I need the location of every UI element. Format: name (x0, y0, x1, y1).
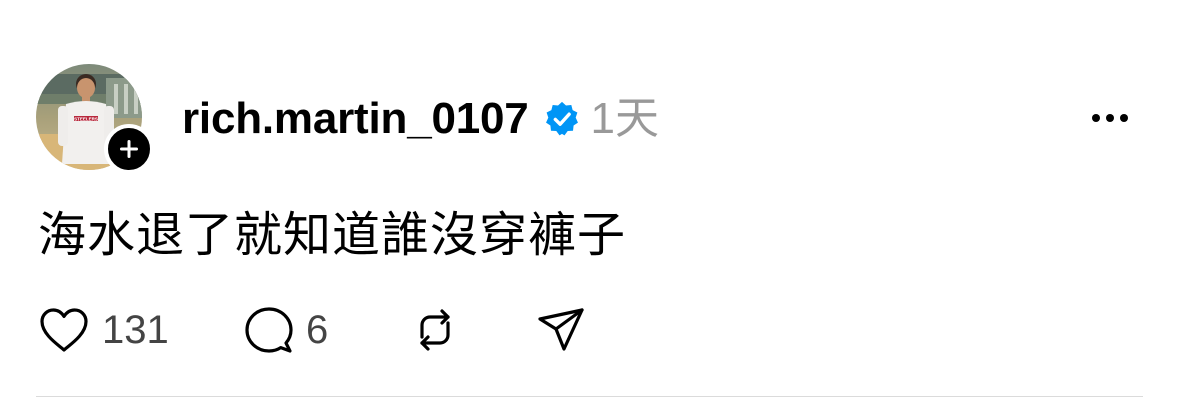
plus-icon (120, 140, 138, 158)
like-count: 131 (102, 308, 169, 352)
post-text: 海水退了就知道誰沒穿褲子 (38, 209, 627, 262)
action-bar: 131 6 (38, 304, 586, 356)
post-divider (36, 396, 1143, 397)
repost-icon (420, 309, 450, 351)
share-button[interactable] (536, 305, 586, 355)
follow-button[interactable] (104, 124, 154, 174)
like-button[interactable]: 131 (38, 306, 244, 354)
post-time: 1天 (590, 94, 660, 143)
author-avatar-container: STEELERS (36, 64, 154, 174)
heart-icon (40, 308, 88, 352)
comment-icon (245, 307, 293, 353)
send-icon (538, 308, 584, 351)
more-options-button[interactable] (1086, 106, 1134, 130)
comment-button[interactable]: 6 (244, 305, 410, 355)
comment-count: 6 (306, 308, 329, 352)
verified-badge-icon (543, 100, 581, 138)
post-header: rich.martin_0107 1天 (182, 88, 659, 150)
more-icon (1092, 114, 1128, 122)
repost-button[interactable] (410, 305, 536, 355)
thread-post: STEELERS rich.martin_0107 1天 海水退了就知道誰沒穿褲… (0, 0, 1179, 402)
author-username[interactable]: rich.martin_0107 (182, 97, 529, 141)
avatar-jersey-text: STEELERS (74, 117, 98, 122)
